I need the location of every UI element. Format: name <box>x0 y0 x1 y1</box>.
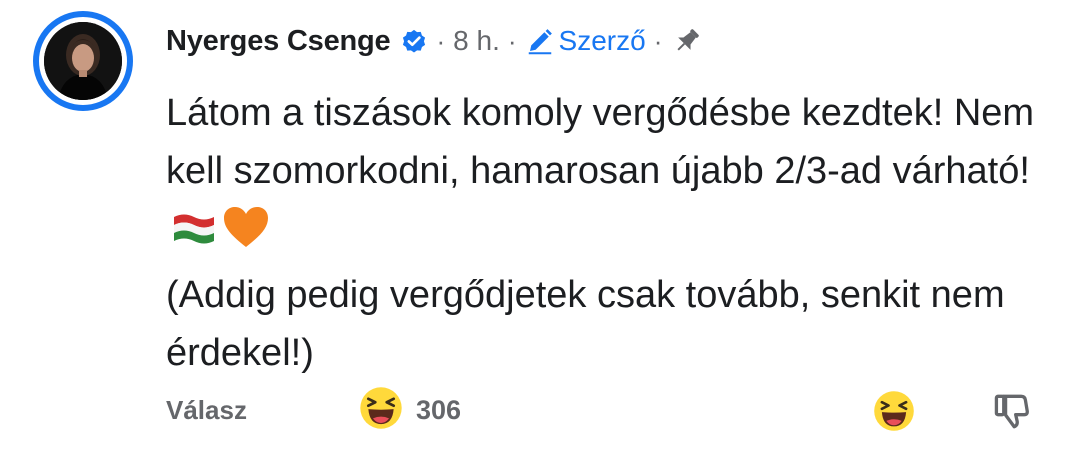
hungarian-flag-emoji <box>170 208 218 266</box>
verified-badge-icon <box>400 27 428 55</box>
reply-button[interactable]: Válasz <box>166 395 247 426</box>
thumbs-down-icon <box>994 394 1029 429</box>
dislike-button[interactable] <box>990 389 1034 433</box>
pencil-icon <box>528 29 552 55</box>
comment-header: Nyerges Csenge · 8 h. · Szerző · <box>166 22 702 60</box>
separator-dot: · <box>653 25 663 56</box>
avatar[interactable] <box>33 11 133 111</box>
comment-text-line: Látom a tiszások komoly vergődésbe kezdt… <box>166 84 1046 266</box>
laughing-emoji-icon <box>358 385 404 436</box>
comment-timestamp[interactable]: 8 h. <box>453 25 500 57</box>
author-badge-label: Szerző <box>558 25 646 56</box>
comment-text-line: (Addig pedig vergődjetek csak tovább, se… <box>166 274 1005 374</box>
author-badge: Szerző <box>525 25 646 57</box>
avatar-photo <box>44 22 122 100</box>
reaction-summary[interactable]: 306 <box>358 386 462 432</box>
react-button[interactable] <box>872 389 916 433</box>
reaction-count: 306 <box>416 394 462 425</box>
orange-heart-emoji <box>222 205 270 266</box>
author-name[interactable]: Nyerges Csenge <box>166 25 391 58</box>
separator-dot: · <box>507 25 517 56</box>
separator-dot: · <box>436 25 446 56</box>
pin-icon <box>672 26 702 56</box>
comment-actions: Válasz <box>166 388 247 432</box>
laughing-emoji-icon <box>874 391 914 431</box>
comment-text: Látom a tiszások komoly vergődésbe kezdt… <box>166 84 1046 382</box>
